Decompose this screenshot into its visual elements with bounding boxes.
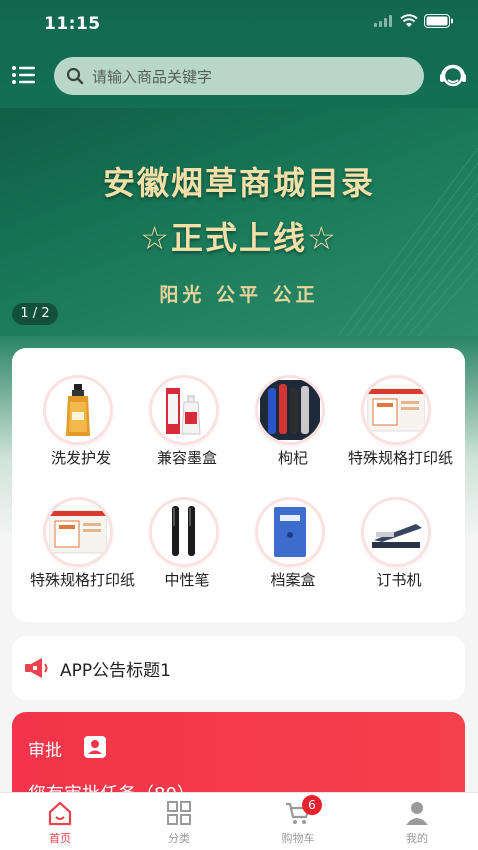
stapler-icon: [364, 500, 428, 564]
tab-label: 我的: [406, 832, 428, 845]
category-item[interactable]: 特殊规格打印纸: [344, 378, 454, 498]
category-item[interactable]: 兼容墨盒: [132, 378, 242, 498]
category-label: 枸杞: [277, 449, 308, 467]
printing-paper-icon: [46, 500, 110, 564]
menu-icon[interactable]: [12, 64, 36, 86]
category-item[interactable]: 档案盒: [238, 500, 348, 620]
category-label: 档案盒: [270, 571, 316, 589]
shampoo-bottle-icon: [46, 378, 110, 442]
category-label: 洗发护发: [50, 449, 111, 467]
customer-service-icon[interactable]: [438, 61, 468, 91]
announcement-text: APP公告标题1: [60, 660, 171, 681]
banner-page-indicator: 1 / 2: [12, 303, 58, 325]
signal-icon: [374, 15, 392, 27]
cart-badge: 6: [302, 795, 322, 815]
tab-label: 购物车: [281, 832, 315, 845]
tab-home[interactable]: 首页: [20, 799, 100, 846]
megaphone-icon: [25, 658, 48, 678]
search-input[interactable]: 请输入商品关键字: [54, 57, 424, 95]
category-label: 中性笔: [164, 571, 210, 589]
printing-paper-icon: [364, 378, 428, 442]
category-item[interactable]: 特殊规格打印纸: [26, 500, 136, 620]
gel-pens-icon: [152, 500, 216, 564]
category-item[interactable]: 枸杞: [238, 378, 348, 498]
search-placeholder: 请输入商品关键字: [92, 67, 213, 86]
category-item[interactable]: 中性笔: [132, 500, 242, 620]
ink-bottle-icon: [152, 378, 216, 442]
tab-bar: 首页 分类 6 购物车 我的: [0, 792, 478, 850]
tab-label: 首页: [49, 832, 71, 845]
category-label: 特殊规格打印纸: [30, 571, 136, 589]
tab-label: 分类: [168, 832, 190, 845]
category-label: 特殊规格打印纸: [348, 449, 454, 467]
announcement-bar[interactable]: APP公告标题1: [12, 636, 465, 700]
tab-cart[interactable]: 6 购物车: [258, 795, 338, 846]
status-bar: 11:15: [0, 0, 478, 50]
approval-user-icon: [84, 736, 106, 758]
category-label: 兼容墨盒: [156, 449, 217, 467]
home-icon: [46, 799, 74, 827]
search-icon: [66, 67, 84, 85]
tab-category[interactable]: 分类: [139, 799, 219, 846]
battery-icon: [424, 14, 453, 28]
status-icons: [374, 14, 454, 28]
wifi-icon: [400, 14, 418, 27]
category-item[interactable]: 订书机: [344, 500, 454, 620]
cart-icon: 6: [284, 795, 322, 827]
tab-mine[interactable]: 我的: [377, 799, 457, 846]
approval-title: 审批: [28, 741, 62, 761]
promo-banner[interactable]: 安徽烟草商城目录 ☆正式上线☆ 阳光 公平 公正 1 / 2: [0, 108, 478, 336]
category-card: 洗发护发 兼容墨盒 枸杞 特殊规格打印纸 特殊规格打印纸 中性笔 档案盒 订书机: [12, 348, 465, 622]
banner-subtitle: ☆正式上线☆: [140, 219, 338, 257]
banner-title: 安徽烟草商城目录: [102, 164, 375, 202]
file-box-icon: [258, 500, 322, 564]
category-item[interactable]: 洗发护发: [26, 378, 136, 498]
markers-icon: [258, 378, 322, 442]
user-icon: [403, 799, 431, 827]
banner-slogan: 阳光 公平 公正: [159, 284, 319, 306]
header: 请输入商品关键字: [0, 55, 478, 97]
grid-icon: [165, 799, 193, 827]
status-time: 11:15: [44, 14, 101, 34]
category-label: 订书机: [376, 571, 422, 589]
